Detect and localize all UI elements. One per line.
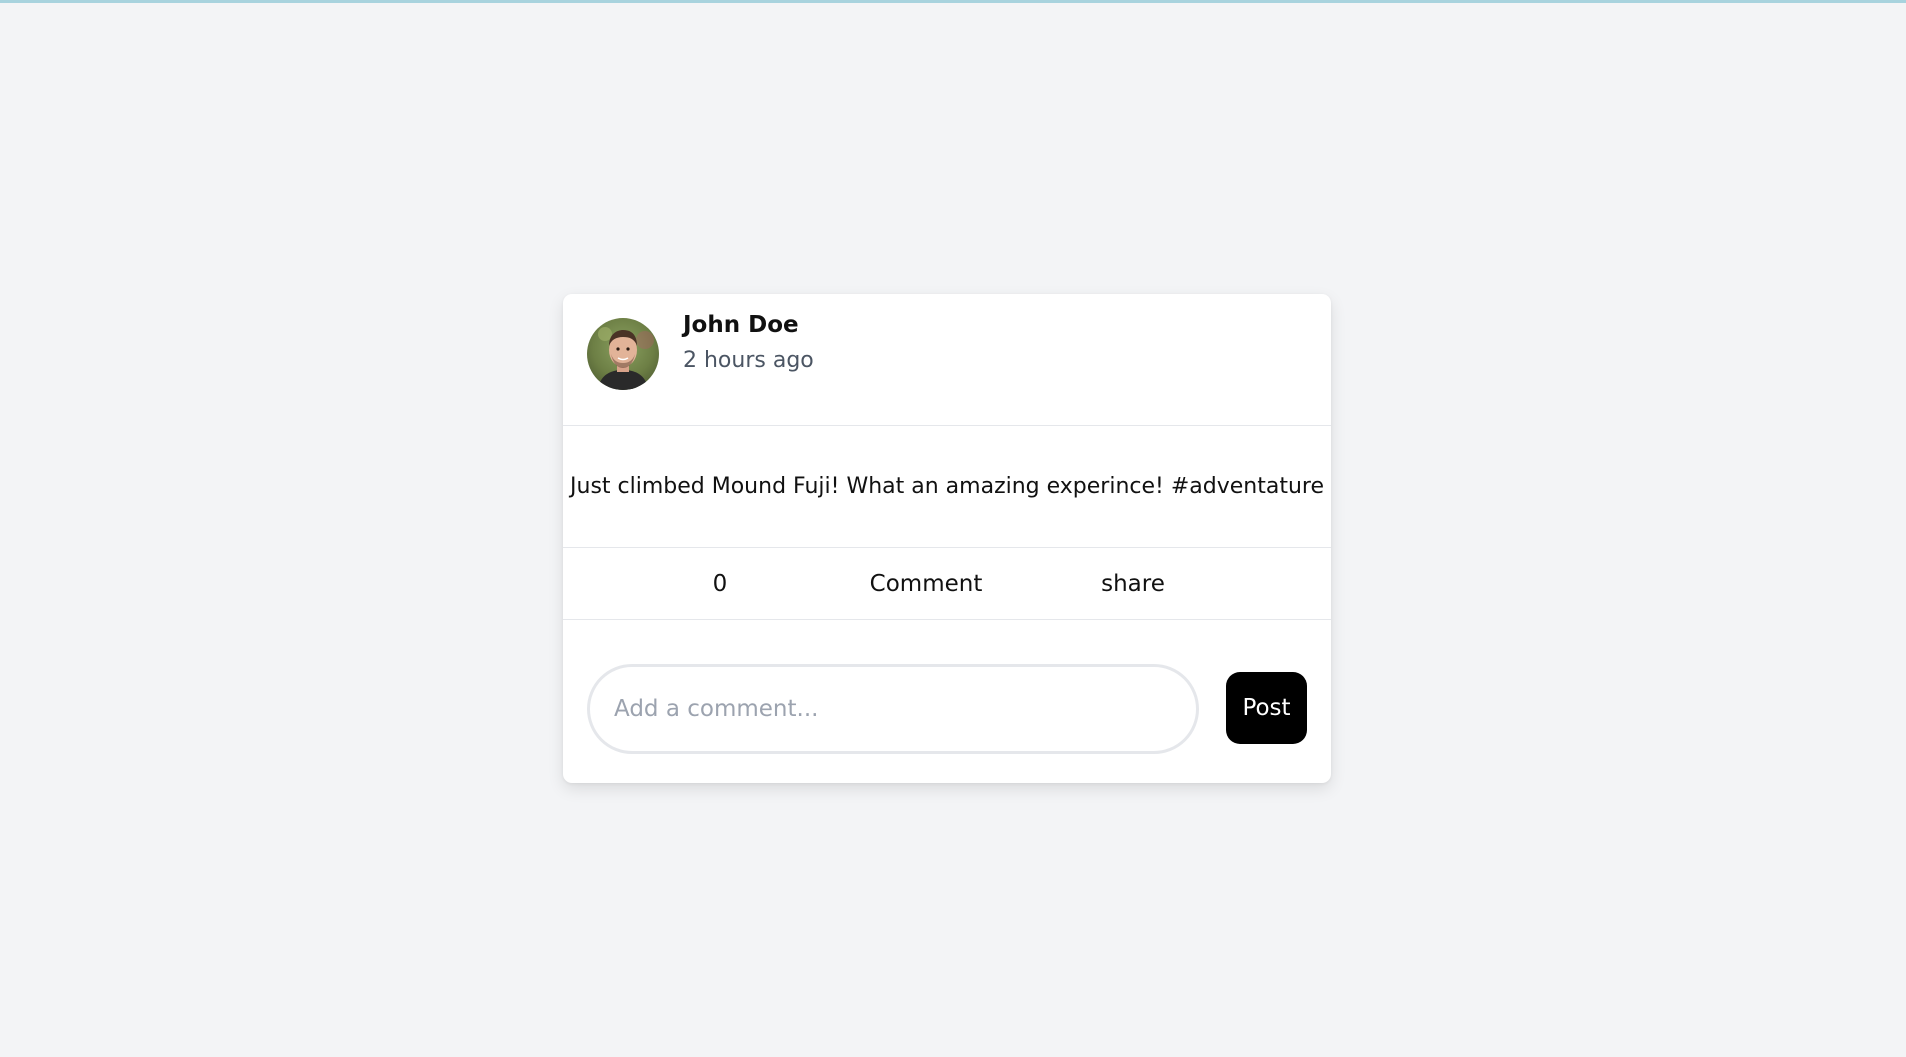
post-actions-bar: 0 Comment share (563, 547, 1331, 620)
comment-form: Post (563, 620, 1331, 783)
post-comment-button[interactable]: Post (1226, 672, 1307, 744)
comment-button[interactable]: Comment (846, 548, 1006, 620)
comment-input[interactable] (587, 664, 1199, 754)
post-content: Just climbed Mound Fuji! What an amazing… (570, 473, 1324, 499)
avatar[interactable] (587, 318, 659, 390)
top-accent-line (0, 0, 1906, 3)
like-count-button[interactable]: 0 (660, 548, 780, 620)
post-header: John Doe 2 hours ago (563, 294, 1331, 426)
author-name[interactable]: John Doe (683, 312, 799, 338)
post-card: John Doe 2 hours ago Just climbed Mound … (563, 294, 1331, 783)
avatar-photo-icon (587, 318, 659, 390)
post-timestamp: 2 hours ago (683, 348, 814, 373)
share-button[interactable]: share (1063, 548, 1203, 620)
